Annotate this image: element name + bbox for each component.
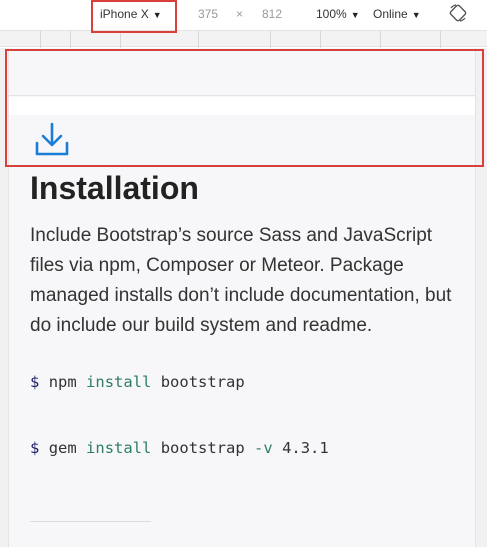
code-prompt: $ — [30, 373, 40, 391]
devtools-device-toolbar: iPhone X ▼ 375 × 812 100% ▼ Online ▼ — [0, 0, 487, 30]
installation-description: Include Bootstrap’s source Sass and Java… — [30, 225, 452, 336]
dimension-separator: × — [236, 7, 244, 21]
network-throttle-select[interactable]: Online ▼ — [373, 7, 421, 21]
code-argument: bootstrap — [160, 373, 245, 391]
zoom-select-label: 100% — [316, 7, 347, 21]
network-throttle-label: Online — [373, 7, 408, 21]
download-icon — [35, 122, 69, 156]
device-select-label: iPhone X — [100, 7, 149, 21]
chevron-down-icon: ▼ — [350, 10, 360, 20]
device-ruler — [0, 30, 487, 48]
device-viewport: Installation Include Bootstrap’s source … — [8, 48, 476, 547]
chevron-down-icon: ▼ — [152, 10, 162, 20]
code-flag: -v — [254, 439, 273, 457]
site-navbar — [9, 48, 475, 96]
zoom-select[interactable]: 100% ▼ — [316, 7, 360, 21]
code-command: npm — [48, 373, 77, 391]
code-keyword: install — [86, 439, 152, 457]
code-prompt: $ — [30, 439, 40, 457]
device-select[interactable]: iPhone X ▼ — [100, 7, 162, 21]
code-gem-install: $ gem install bootstrap -v 4.3.1 — [30, 439, 329, 457]
code-argument: bootstrap — [160, 439, 245, 457]
page-title: Installation — [30, 170, 199, 206]
viewport-width-input[interactable]: 375 — [198, 7, 218, 21]
code-version: 4.3.1 — [282, 439, 329, 457]
viewport-height-input[interactable]: 812 — [262, 7, 282, 21]
chevron-down-icon: ▼ — [411, 10, 421, 20]
rotate-icon[interactable] — [449, 4, 467, 22]
hero-band — [9, 97, 475, 115]
code-command: gem — [48, 439, 77, 457]
code-keyword: install — [86, 373, 152, 391]
section-divider — [30, 521, 151, 522]
code-npm-install: $ npm install bootstrap — [30, 373, 245, 391]
